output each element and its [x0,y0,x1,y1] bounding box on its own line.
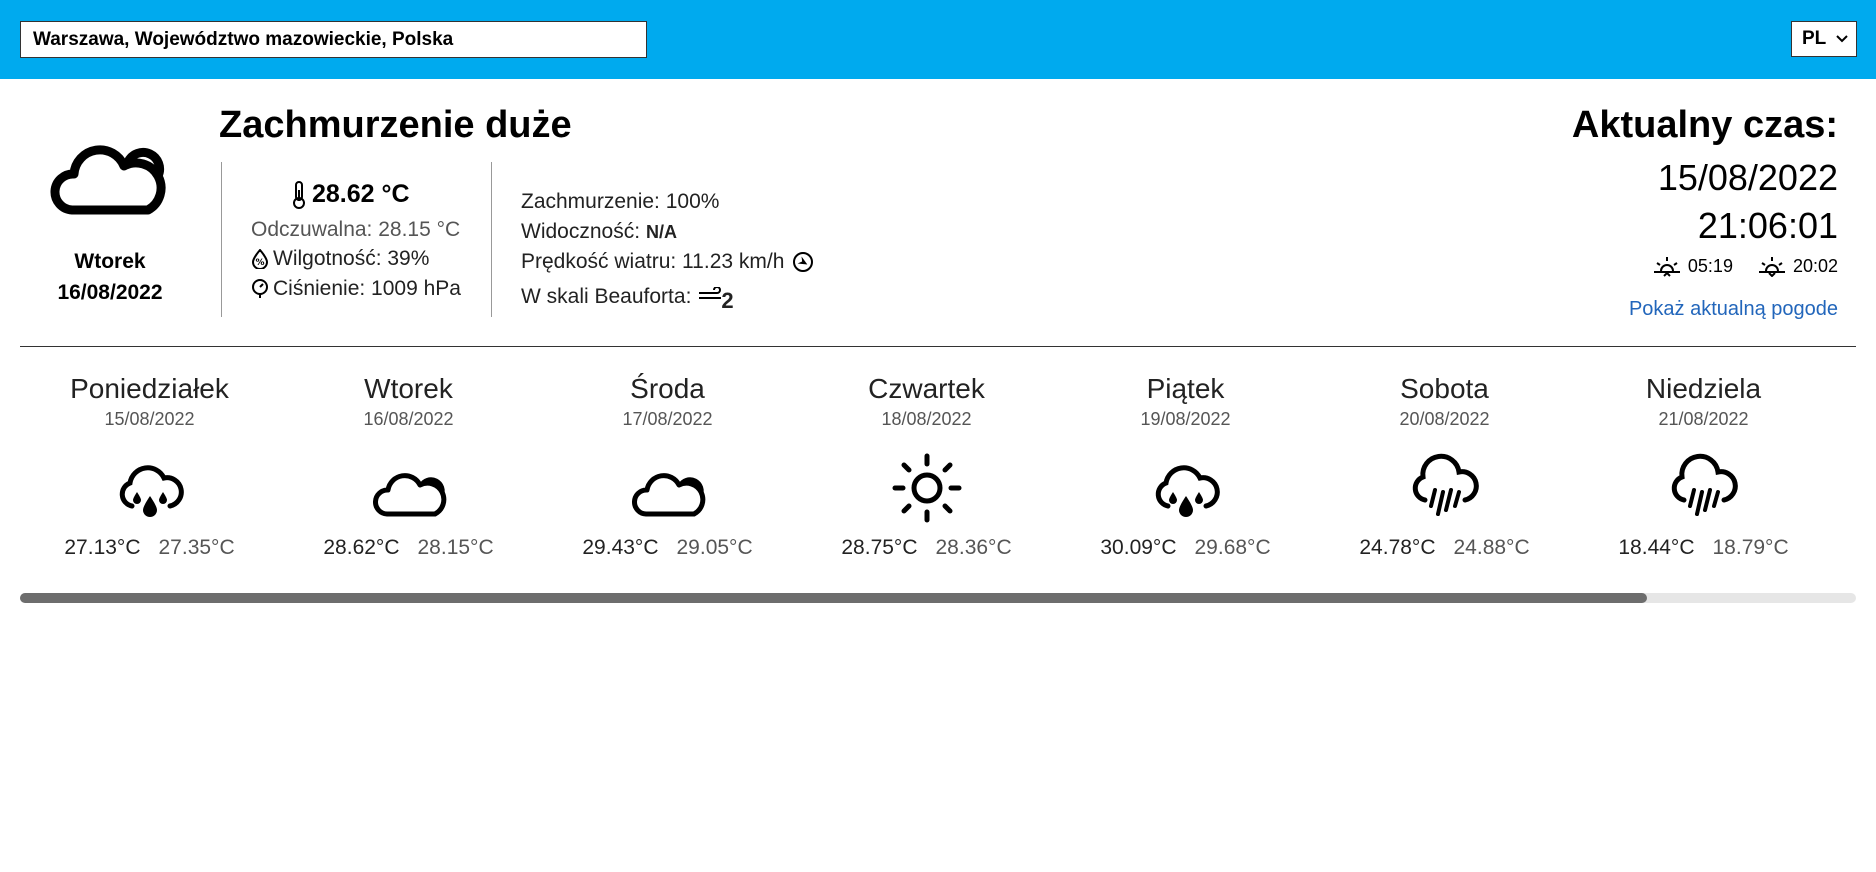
show-current-weather-link[interactable]: Pokaż aktualną pogode [1629,298,1838,321]
forecast-day[interactable]: Niedziela 21/08/2022 18.44°C 18.79°C [1574,360,1833,560]
current-clock: 21:06:01 [1697,205,1838,246]
forecast-temp-low: 29.68°C [1194,536,1271,559]
sunrise-time: 05:19 [1687,255,1733,276]
showers-icon [119,465,184,517]
forecast-temp-high: 27.13°C [64,536,141,559]
forecast-temp-low: 24.88°C [1453,536,1530,559]
sun-times: 05:19 20:02 [1652,255,1838,277]
feels-like: Odczuwalna: 28.15 °C [251,218,461,241]
forecast-temps: 18.44°C 18.79°C [1574,536,1833,560]
temperature-value: 28.62 °C [312,180,410,208]
humidity-icon: % [251,249,269,269]
forecast-day-name: Piątek [1146,373,1225,404]
scrollbar-thumb[interactable] [20,593,1647,603]
divider [491,162,492,317]
svg-text:%: % [255,258,264,268]
forecast-temp-low: 28.15°C [417,536,494,559]
forecast-day-name: Środa [630,373,705,404]
forecast-strip[interactable]: Poniedziałek 15/08/2022 27.13°C 27.35°C Wtor… [20,360,1876,590]
forecast-day[interactable]: Piątek 19/08/2022 30.09°C 29.68°C [1056,360,1315,560]
rain-icon [1412,453,1479,516]
forecast-day-date: 21/08/2022 [1658,409,1749,429]
sunrise-icon [1653,257,1680,277]
forecast-day-name: Sobota [1400,373,1489,404]
location-search-input[interactable]: Warszawa, Województwo mazowieckie, Polsk… [20,21,647,58]
forecast-day[interactable]: Czwartek 18/08/2022 28.75°C 28.36°C [797,360,1056,560]
sun-icon [892,453,961,523]
forecast-day[interactable]: Sobota 20/08/2022 24.78°C 24.88°C [1315,360,1574,560]
wind-speed: Prędkość wiatru: 11.23 km/h [521,250,814,274]
forecast-day[interactable]: Środa 17/08/2022 29.43°C 29.05°C [538,360,797,560]
beaufort-label: W skali Beauforta: [521,285,692,308]
visibility-label: Widoczność: [521,220,641,243]
condition-title: Zachmurzenie duże [219,104,572,146]
current-date: 15/08/2022 [1657,157,1838,198]
pressure-icon [252,279,268,298]
forecast-day[interactable]: Wtorek 16/08/2022 28.62°C 28.15°C [279,360,538,560]
forecast-day-date: 16/08/2022 [363,409,454,429]
forecast-temp-high: 29.43°C [582,536,659,559]
forecast-day-name: Czwartek [868,373,985,404]
forecast-temps: 28.75°C 28.36°C [797,536,1056,560]
wind-direction-icon [793,252,814,272]
showers-icon [1155,465,1220,517]
forecast-day[interactable]: Poniedziałek 15/08/2022 27.13°C 27.35°C [20,360,279,560]
forecast-day-date: 20/08/2022 [1399,409,1490,429]
forecast-temp-high: 28.75°C [841,536,918,559]
rain-icon [1671,453,1738,516]
divider [221,162,222,317]
forecast-temps: 27.13°C 27.35°C [20,536,279,560]
forecast-temps: 29.43°C 29.05°C [538,536,797,560]
forecast-temp-high: 28.62°C [323,536,400,559]
forecast-day-name: Poniedziałek [70,373,229,404]
sunset-time: 20:02 [1792,255,1838,276]
forecast-temp-low: 29.05°C [676,536,753,559]
visibility: Widoczność: N/A [521,220,677,244]
forecast-temp-low: 27.35°C [158,536,235,559]
visibility-value: N/A [646,221,678,242]
temperature: 28.62 °C [292,180,410,209]
divider [20,346,1856,347]
current-day-name: Wtorek [74,250,146,273]
forecast-day-date: 18/08/2022 [881,409,972,429]
forecast-temps: 28.62°C 28.15°C [279,536,538,560]
wind-speed-value: Prędkość wiatru: 11.23 km/h [521,250,785,273]
sunset-icon [1758,257,1785,277]
beaufort-value: 2 [721,288,734,313]
beaufort: W skali Beauforta: 2 [521,280,734,314]
forecast-temp-high: 18.44°C [1618,536,1695,559]
language-select[interactable]: PL [1791,21,1857,57]
pressure-value: Ciśnienie: 1009 hPa [273,277,461,300]
language-select-value: PL [1802,28,1827,49]
forecast-day-date: 19/08/2022 [1140,409,1231,429]
thermometer-icon [293,180,305,209]
humidity: % Wilgotność: 39% [251,247,429,271]
forecast-temp-low: 28.36°C [935,536,1012,559]
cloudy-icon [631,473,705,517]
forecast-day-date: 17/08/2022 [622,409,713,429]
forecast-day-name: Niedziela [1645,373,1762,404]
pressure: Ciśnienie: 1009 hPa [251,277,461,301]
cloudiness: Zachmurzenie: 100% [521,190,720,213]
current-day-date: 16/08/2022 [57,281,163,304]
forecast-temp-high: 24.78°C [1359,536,1436,559]
cloudy-icon [50,145,166,215]
time-title: Aktualny czas: [1571,104,1838,146]
forecast-temps: 24.78°C 24.88°C [1315,536,1574,560]
chevron-down-icon [1836,22,1848,69]
forecast-temp-low: 18.79°C [1712,536,1789,559]
forecast-day-name: Wtorek [364,373,453,404]
humidity-value: Wilgotność: 39% [273,247,430,270]
forecast-day-date: 15/08/2022 [104,409,195,429]
forecast-temp-high: 30.09°C [1100,536,1177,559]
cloudy-icon [372,473,446,517]
forecast-temps: 30.09°C 29.68°C [1056,536,1315,560]
